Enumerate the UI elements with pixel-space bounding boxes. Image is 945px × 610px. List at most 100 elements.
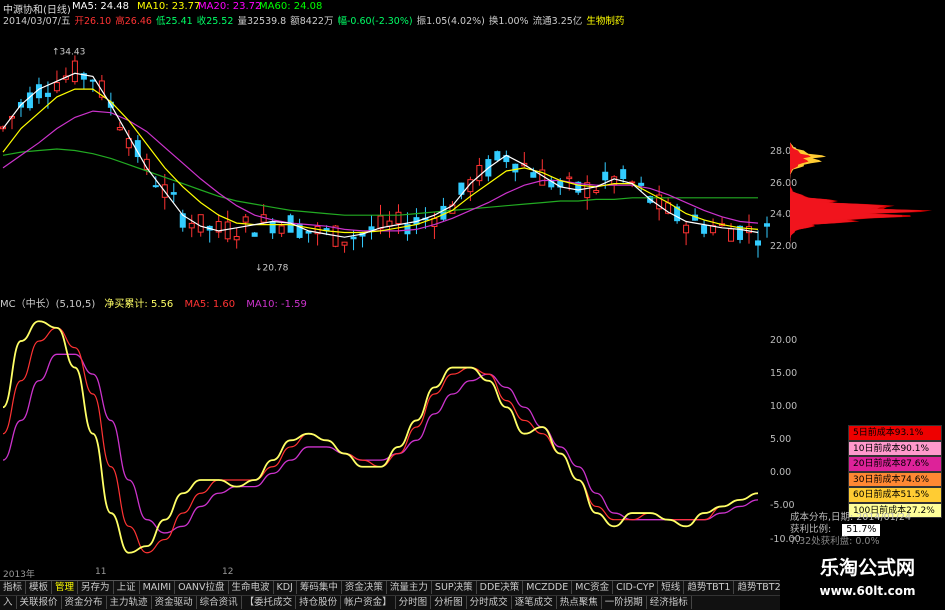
profit-label: 获利比例: bbox=[790, 524, 832, 535]
tab-tabs_row1-3[interactable]: 另存为 bbox=[78, 581, 114, 594]
candle-body bbox=[188, 222, 195, 229]
tab-tabs_row2-3[interactable]: 主力轨迹 bbox=[107, 596, 152, 609]
time-label-year: 2013年 bbox=[3, 570, 35, 580]
tab-tabs_row1-9[interactable]: 筹码集中 bbox=[297, 581, 342, 594]
candle-body bbox=[763, 223, 770, 227]
ind-ma10-line bbox=[2, 353, 759, 534]
ind-tick: 15.00 bbox=[770, 368, 798, 380]
candle-body bbox=[341, 241, 348, 246]
candle-body bbox=[602, 171, 609, 181]
candle-body bbox=[728, 228, 735, 242]
cost-legend: 5日前成本93.1% 10日前成本90.1% 20日前成本87.6% 30日前成本74… bbox=[848, 425, 942, 518]
watermark-title: 乐淘公式网 bbox=[819, 557, 915, 579]
price-chart[interactable]: ↑34.43 ↓20.78 bbox=[0, 26, 770, 294]
cost-legend-row: 30日前成本74.6% bbox=[848, 471, 942, 487]
tab-tabs_row2-8[interactable]: 帐户资金】 bbox=[341, 596, 396, 609]
ma20-label: MA20: 23.72 bbox=[198, 1, 262, 12]
tab-tabs_row1-2[interactable]: 管理 bbox=[52, 581, 79, 594]
tab-tabs_row2-15[interactable]: 经济指标 bbox=[647, 596, 692, 609]
function-tab-bar: 入关联报价 资金分布 主力轨迹 资金驱动 综合资讯 【委托成交 持仓股份 帐户资金】 分时图 分析… bbox=[0, 595, 780, 610]
candle-body bbox=[251, 232, 258, 237]
candle-body bbox=[395, 211, 402, 224]
indicator-tab-bar: 指标 模板 管理 另存为 上证 MAIMI OANV拉盘 生命电波 KDJ 筹码集中 资金决策 流量主… bbox=[0, 580, 780, 595]
tab-tabs_row1-11[interactable]: 流量主力 bbox=[387, 581, 432, 594]
candle-body bbox=[53, 82, 60, 92]
candle-body bbox=[755, 240, 761, 246]
candle-body bbox=[44, 92, 51, 97]
ind-tick: 5.00 bbox=[770, 434, 792, 446]
tab-tabs_row1-6[interactable]: OANV拉盘 bbox=[175, 581, 229, 594]
watermark-url: www.60lt.com bbox=[819, 584, 916, 598]
tab-tabs_row1-19[interactable]: 趋势TBT2 bbox=[734, 581, 780, 594]
cost-distribution-chart bbox=[790, 142, 933, 250]
candle-body bbox=[638, 182, 645, 186]
tab-tabs_row2-13[interactable]: 热点聚焦 bbox=[557, 596, 602, 609]
tab-tabs_row2-1[interactable]: 关联报价 bbox=[17, 596, 62, 609]
candle-body bbox=[701, 225, 708, 234]
ind-tick: -5.00 bbox=[770, 500, 795, 512]
ma60-label: MA60: 24.08 bbox=[259, 1, 323, 12]
candle-body bbox=[476, 164, 483, 182]
tab-tabs_row2-0[interactable]: 入 bbox=[0, 596, 17, 609]
tab-tabs_row1-13[interactable]: DDE决策 bbox=[477, 581, 524, 594]
tab-tabs_row2-4[interactable]: 资金驱动 bbox=[152, 596, 197, 609]
tab-tabs_row1-17[interactable]: 短线 bbox=[658, 581, 685, 594]
tab-tabs_row1-5[interactable]: MAIMI bbox=[140, 581, 176, 594]
time-label-12: 12 bbox=[222, 567, 234, 577]
high-marker: ↑34.43 bbox=[52, 47, 85, 57]
candle-body bbox=[512, 163, 519, 173]
candle-body bbox=[683, 224, 690, 234]
tab-tabs_row1-1[interactable]: 模板 bbox=[26, 581, 53, 594]
site-watermark: 乐淘公式网 www.60lt.com bbox=[790, 554, 945, 609]
tab-tabs_row1-16[interactable]: CID-CYP bbox=[613, 581, 659, 594]
tab-tabs_row2-10[interactable]: 分析图 bbox=[431, 596, 467, 609]
cost-legend-row: 60日前成本51.5% bbox=[848, 487, 942, 503]
cost-date-label: 成本分布,日期: bbox=[790, 512, 854, 523]
low-marker: ↓20.78 bbox=[255, 263, 289, 273]
ind-tick: 0.00 bbox=[770, 467, 792, 479]
candle-body bbox=[620, 169, 627, 180]
indicator-header: MC（中长）(5,10,5) 净买累计: 5.56 MA5: 1.60 MA10… bbox=[0, 295, 780, 310]
ind-tick: 10.00 bbox=[770, 401, 798, 413]
tab-tabs_row1-14[interactable]: MCZDDE bbox=[523, 581, 573, 594]
tab-tabs_row1-4[interactable]: 上证 bbox=[114, 581, 140, 594]
cost-legend-row: 20日前成本87.6% bbox=[848, 456, 942, 472]
candle-body bbox=[593, 190, 600, 193]
indicator-chart[interactable] bbox=[0, 308, 770, 566]
candle-body bbox=[197, 214, 204, 233]
tab-tabs_row1-18[interactable]: 趋势TBT1 bbox=[684, 581, 735, 594]
candle-body bbox=[224, 221, 231, 240]
tab-tabs_row1-15[interactable]: MC资金 bbox=[572, 581, 614, 594]
tab-tabs_row2-6[interactable]: 【委托成交 bbox=[242, 596, 297, 609]
candle-body bbox=[170, 192, 177, 195]
tab-tabs_row2-9[interactable]: 分时图 bbox=[396, 596, 432, 609]
tab-tabs_row1-12[interactable]: SUP决策 bbox=[432, 581, 477, 594]
time-axis: 2013年 11 12 bbox=[0, 567, 780, 580]
net-line bbox=[2, 320, 759, 554]
tab-tabs_row2-7[interactable]: 持仓股份 bbox=[296, 596, 342, 609]
candle-body bbox=[233, 236, 240, 241]
cost-date-value: 2014/01/24 bbox=[856, 512, 912, 523]
tab-tabs_row2-12[interactable]: 逐笔成交 bbox=[512, 596, 557, 609]
tab-tabs_row1-10[interactable]: 资金决策 bbox=[342, 581, 387, 594]
tab-tabs_row2-5[interactable]: 综合资讯 bbox=[197, 596, 242, 609]
chart-header: 中源协和(日线) MA5: 24.48 MA10: 23.77 MA20: 23… bbox=[0, 0, 770, 27]
candle-body bbox=[71, 60, 78, 83]
candle-body bbox=[116, 127, 123, 131]
tab-tabs_row2-2[interactable]: 资金分布 bbox=[62, 596, 107, 609]
ma10-label: MA10: 23.77 bbox=[137, 1, 201, 12]
tab-tabs_row2-14[interactable]: 一阶拐期 bbox=[602, 596, 647, 609]
candle-body bbox=[440, 205, 447, 220]
candle-body bbox=[566, 176, 573, 180]
tab-tabs_row1-8[interactable]: KDJ bbox=[274, 581, 297, 594]
time-label-11: 11 bbox=[95, 567, 107, 577]
tab-tabs_row2-11[interactable]: 分时成交 bbox=[467, 596, 512, 609]
cost-info: 成本分布,日期: 2014/01/24 获利比例: 51.7% 7.32处获利盘… bbox=[790, 512, 945, 548]
candle-body bbox=[242, 216, 249, 223]
candle-body bbox=[494, 151, 501, 161]
tab-tabs_row1-0[interactable]: 指标 bbox=[0, 581, 27, 594]
quote-line: 2014/03/07/五 开26.10 高26.46 低25.41 收25.52… bbox=[3, 13, 625, 27]
candle-body bbox=[269, 221, 276, 234]
tab-tabs_row1-7[interactable]: 生命电波 bbox=[229, 581, 274, 594]
candle-body bbox=[530, 172, 537, 178]
